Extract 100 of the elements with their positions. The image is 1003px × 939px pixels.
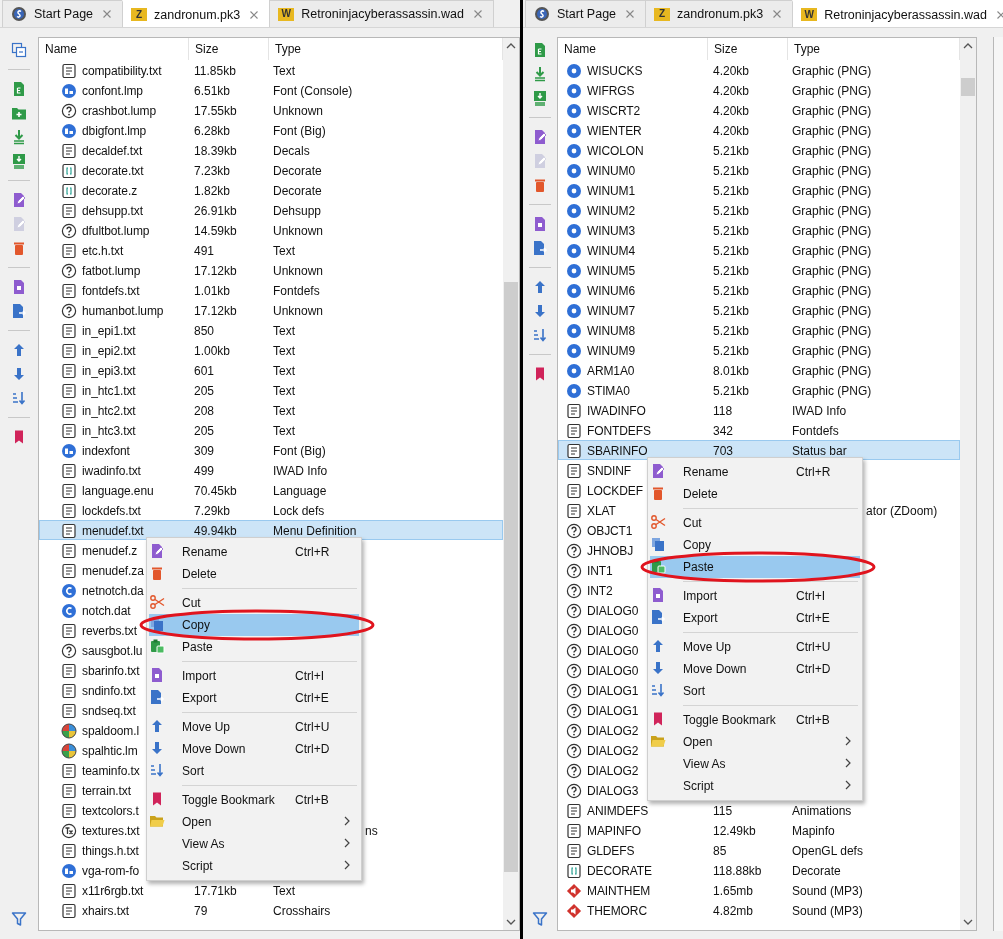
file-size: 49.94kb <box>194 524 237 538</box>
file-type: Text <box>273 404 295 418</box>
file-type: Unknown <box>273 304 324 318</box>
file-size: 17.55kb <box>194 104 237 118</box>
shortcut-text: Ctrl+U <box>295 720 330 734</box>
file-type: Font (Big) <box>273 444 326 458</box>
file-name: STIMA0 <box>587 383 630 400</box>
file-size: 208 <box>194 404 215 418</box>
file-name: DECORATE <box>587 863 652 880</box>
file-name: WISUCKS <box>587 63 643 80</box>
shortcut-text: Ctrl+E <box>295 691 329 705</box>
file-name: WINUM6 <box>587 283 636 300</box>
file-name: sbarinfo.txt <box>82 663 140 680</box>
file-size: 17.12kb <box>194 264 237 278</box>
file-name: in_htc3.txt <box>82 423 136 440</box>
file-size: 5.21kb <box>713 384 750 398</box>
file-name: DIALOG0 <box>587 643 639 660</box>
file-name: menudef.txt <box>82 523 144 540</box>
file-name: teaminfo.tx <box>82 763 140 780</box>
file-name: dehsupp.txt <box>82 203 143 220</box>
file-type: Graphic (PNG) <box>792 324 872 338</box>
file-size: 491 <box>194 244 215 258</box>
file-type: ns <box>365 824 378 838</box>
archive-icon: Z <box>654 7 671 21</box>
file-type: ator (ZDoom) <box>866 504 938 518</box>
file-name: menudef.za <box>82 563 144 580</box>
file-size: 115 <box>713 804 733 818</box>
file-type: Text <box>273 324 295 338</box>
file-size: 1.82kb <box>194 184 231 198</box>
file-type: Graphic (PNG) <box>792 84 872 98</box>
file-name: WINUM2 <box>587 203 636 220</box>
file-size: 85 <box>713 844 727 858</box>
file-size: 6.51kb <box>194 84 231 98</box>
file-name: WIENTER <box>587 123 642 140</box>
file-name: sausgbot.lu <box>82 643 143 660</box>
shortcut-text: Ctrl+I <box>295 669 324 683</box>
file-size: 79 <box>194 904 208 918</box>
file-name: DIALOG2 <box>587 763 639 780</box>
file-type: Font (Big) <box>273 124 326 138</box>
file-name: iwadinfo.txt <box>82 463 141 480</box>
file-name: WINUM3 <box>587 223 636 240</box>
file-size: 5.21kb <box>713 324 750 338</box>
file-type: Dehsupp <box>273 204 322 218</box>
file-size: 5.21kb <box>713 224 750 238</box>
file-name: WINUM7 <box>587 303 636 320</box>
file-size: 12.49kb <box>713 824 756 838</box>
file-size: 14.59kb <box>194 224 237 238</box>
file-type: Mapinfo <box>792 824 835 838</box>
file-type: Lock defs <box>273 504 325 518</box>
shortcut-text: Ctrl+D <box>295 742 330 756</box>
file-type: Graphic (PNG) <box>792 364 872 378</box>
file-type: IWAD Info <box>273 464 328 478</box>
file-name: OBJCT1 <box>587 523 633 540</box>
archive-icon: Z <box>131 8 148 21</box>
file-name: decorate.txt <box>82 163 144 180</box>
file-name: textcolors.t <box>82 803 139 820</box>
file-type: Graphic (PNG) <box>792 204 872 218</box>
file-type: Font (Console) <box>273 84 353 98</box>
file-name: JHNOBJ <box>587 543 634 560</box>
file-size: 309 <box>194 444 215 458</box>
file-name: terrain.txt <box>82 783 131 800</box>
file-size: 1.00kb <box>194 344 231 358</box>
file-type: Graphic (PNG) <box>792 124 872 138</box>
file-name: WINUM9 <box>587 343 636 360</box>
file-type: Text <box>273 244 295 258</box>
file-type: Sound (MP3) <box>792 884 863 898</box>
file-name: WINUM5 <box>587 263 636 280</box>
file-name: GLDEFS <box>587 843 635 860</box>
file-name: crashbot.lump <box>82 103 157 120</box>
file-name: WIFRGS <box>587 83 635 100</box>
file-size: 8.01kb <box>713 364 750 378</box>
file-name: notch.dat <box>82 603 131 620</box>
file-type: Graphic (PNG) <box>792 144 872 158</box>
file-name: WINUM8 <box>587 323 636 340</box>
file-name: DIALOG0 <box>587 603 639 620</box>
file-size: 17.71kb <box>194 884 237 898</box>
file-name: spaldoom.l <box>82 723 140 740</box>
file-size: 11.85kb <box>194 64 236 78</box>
file-name: decaldef.txt <box>82 143 143 160</box>
file-size: 342 <box>713 424 734 438</box>
file-name: MAINTHEM <box>587 883 651 900</box>
file-type: Unknown <box>273 224 324 238</box>
file-name: DIALOG0 <box>587 663 639 680</box>
file-name: netnotch.da <box>82 583 144 600</box>
file-type: Fontdefs <box>792 424 839 438</box>
file-name: dfultbot.lump <box>82 223 150 240</box>
file-name: textures.txt <box>82 823 140 840</box>
file-size: 70.45kb <box>194 484 237 498</box>
file-name: DIALOG3 <box>587 783 639 800</box>
file-size: 5.21kb <box>713 204 750 218</box>
file-size: 5.21kb <box>713 304 750 318</box>
file-size: 6.28kb <box>194 124 231 138</box>
shortcut-text: Ctrl+R <box>796 465 831 479</box>
file-name: confont.lmp <box>82 83 143 100</box>
file-type: Text <box>273 884 295 898</box>
file-type: Graphic (PNG) <box>792 104 872 118</box>
file-name: WISCRT2 <box>587 103 641 120</box>
file-name: DIALOG2 <box>587 723 639 740</box>
file-size: 499 <box>194 464 215 478</box>
file-type: Text <box>273 64 295 78</box>
